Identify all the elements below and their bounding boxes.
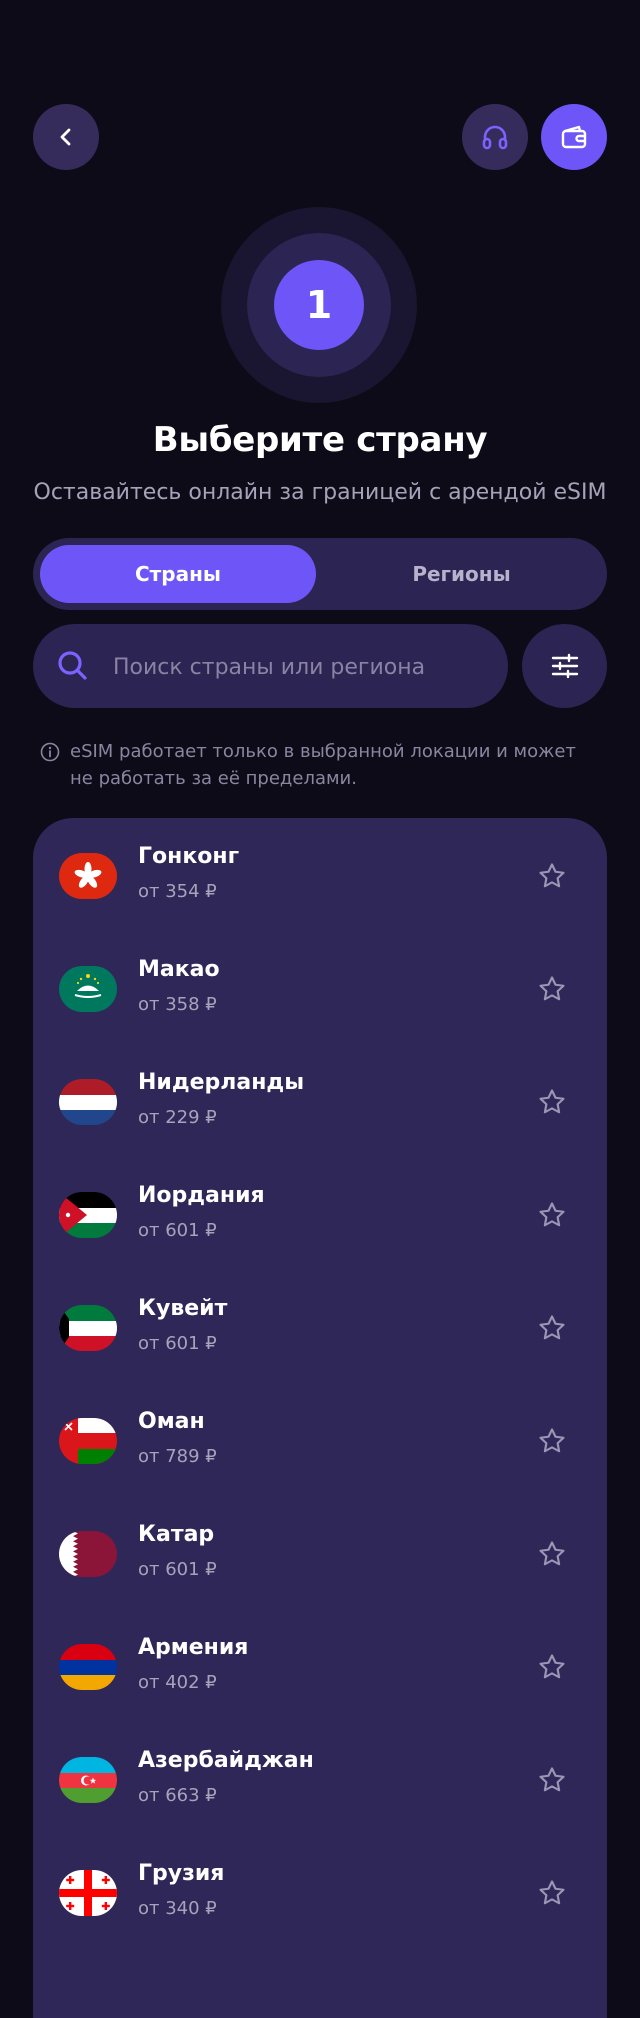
search-icon xyxy=(58,651,87,680)
star-icon[interactable] xyxy=(537,1313,567,1343)
step-number: 1 xyxy=(274,260,364,350)
country-list: Гонконг от 354 ₽ Макао от 358 ₽ Нидерлан… xyxy=(33,818,607,2018)
macao-flag-icon xyxy=(59,966,117,1012)
netherlands-flag-icon xyxy=(59,1079,117,1125)
country-row-jordan[interactable]: Иордания от 601 ₽ xyxy=(33,1157,607,1270)
country-region-tabs: Страны Регионы xyxy=(33,538,607,610)
tab-regions[interactable]: Регионы xyxy=(323,545,600,603)
country-name: Макао xyxy=(138,957,220,982)
notice-text: eSIM работает только в выбранной локации… xyxy=(70,741,576,789)
star-icon[interactable] xyxy=(537,1539,567,1569)
kuwait-flag-icon xyxy=(59,1305,117,1351)
country-name: Армения xyxy=(138,1635,249,1660)
country-price: от 789 ₽ xyxy=(138,1446,217,1467)
country-price: от 402 ₽ xyxy=(138,1672,217,1693)
country-name: Нидерланды xyxy=(138,1070,305,1095)
country-row-armenia[interactable]: Армения от 402 ₽ xyxy=(33,1609,607,1722)
filter-button[interactable] xyxy=(522,624,607,708)
qatar-flag-icon xyxy=(59,1531,117,1577)
back-button[interactable] xyxy=(33,104,99,170)
country-name: Катар xyxy=(138,1522,215,1547)
country-name: Кувейт xyxy=(138,1296,228,1321)
country-name: Азербайджан xyxy=(138,1748,314,1773)
country-price: от 601 ₽ xyxy=(138,1220,217,1241)
country-row-macao[interactable]: Макао от 358 ₽ xyxy=(33,931,607,1044)
sliders-icon xyxy=(551,653,578,679)
star-icon[interactable] xyxy=(537,1878,567,1908)
country-row-oman[interactable]: Оман от 789 ₽ xyxy=(33,1383,607,1496)
country-name: Гонконг xyxy=(138,844,240,869)
country-row-azerbaijan[interactable]: Азербайджан от 663 ₽ xyxy=(33,1722,607,1835)
country-name: Оман xyxy=(138,1409,205,1434)
hong-kong-flag-icon xyxy=(59,853,117,899)
info-icon xyxy=(40,742,60,762)
esim-notice: eSIM работает только в выбранной локации… xyxy=(40,738,600,792)
country-row-hong-kong[interactable]: Гонконг от 354 ₽ xyxy=(33,818,607,931)
country-price: от 601 ₽ xyxy=(138,1333,217,1354)
country-name: Иордания xyxy=(138,1183,265,1208)
azerbaijan-flag-icon xyxy=(59,1757,117,1803)
georgia-flag-icon xyxy=(59,1870,117,1916)
country-row-georgia[interactable]: Грузия от 340 ₽ xyxy=(33,1835,607,1948)
tab-countries[interactable]: Страны xyxy=(40,545,316,603)
armenia-flag-icon xyxy=(59,1644,117,1690)
country-row-kuwait[interactable]: Кувейт от 601 ₽ xyxy=(33,1270,607,1383)
star-icon[interactable] xyxy=(537,1765,567,1795)
country-price: от 229 ₽ xyxy=(138,1107,217,1128)
star-icon[interactable] xyxy=(537,1426,567,1456)
headphones-icon xyxy=(482,125,508,150)
search-bar xyxy=(33,624,508,710)
country-price: от 663 ₽ xyxy=(138,1785,217,1806)
page-title: Выберите страну xyxy=(152,420,488,460)
oman-flag-icon xyxy=(59,1418,117,1464)
country-price: от 354 ₽ xyxy=(138,881,217,902)
country-price: от 340 ₽ xyxy=(138,1898,217,1919)
chevron-left-icon xyxy=(60,128,71,146)
wallet-icon xyxy=(561,125,587,149)
page-subtitle: Оставайтесь онлайн за границей с арендой… xyxy=(33,480,607,505)
wallet-button[interactable] xyxy=(541,104,607,170)
star-icon[interactable] xyxy=(537,1652,567,1682)
country-row-qatar[interactable]: Катар от 601 ₽ xyxy=(33,1496,607,1609)
jordan-flag-icon xyxy=(59,1192,117,1238)
search-input[interactable] xyxy=(111,624,495,710)
star-icon[interactable] xyxy=(537,1087,567,1117)
country-price: от 358 ₽ xyxy=(138,994,217,1015)
star-icon[interactable] xyxy=(537,861,567,891)
star-icon[interactable] xyxy=(537,974,567,1004)
country-name: Грузия xyxy=(138,1861,225,1886)
country-row-netherlands[interactable]: Нидерланды от 229 ₽ xyxy=(33,1044,607,1157)
support-button[interactable] xyxy=(462,104,528,170)
star-icon[interactable] xyxy=(537,1200,567,1230)
country-price: от 601 ₽ xyxy=(138,1559,217,1580)
